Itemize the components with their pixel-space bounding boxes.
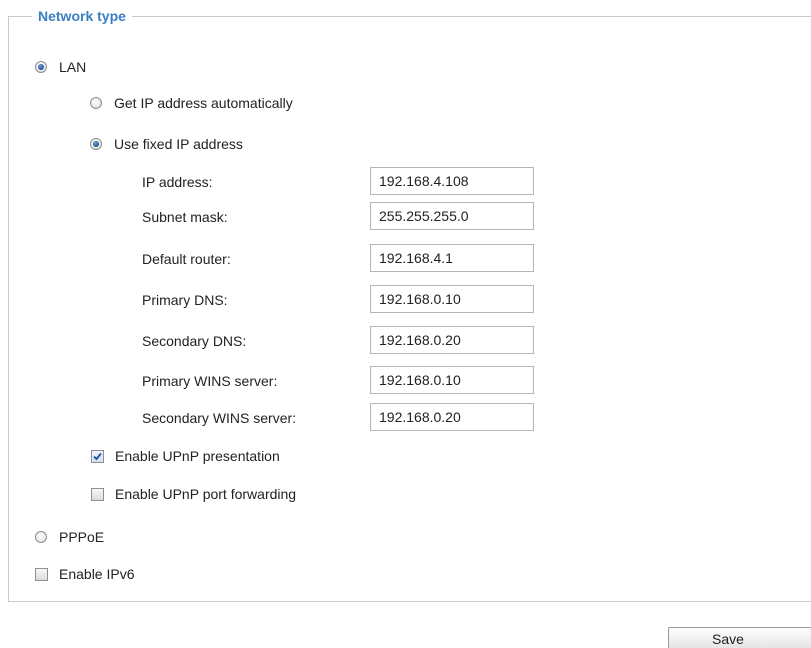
checkmark-icon (93, 452, 102, 460)
enable-ipv6-checkbox[interactable] (35, 567, 48, 581)
enable-ipv6-option[interactable]: Enable IPv6 (35, 564, 135, 584)
network-settings-page: Network type LAN Get IP address automati… (0, 0, 811, 648)
primary-dns-input[interactable] (370, 285, 534, 313)
pppoe-label: PPPoE (59, 529, 105, 545)
primary-dns-label: Primary DNS: (142, 292, 228, 308)
secondary-dns-label: Secondary DNS: (142, 333, 247, 349)
primary-wins-server-input[interactable] (370, 366, 534, 394)
upnp-port-forwarding-checkbox[interactable] (91, 487, 104, 501)
network-type-legend: Network type (38, 8, 126, 24)
get-ip-automatically-radio[interactable] (90, 97, 102, 109)
lan-label: LAN (59, 59, 87, 75)
save-button-label: Save (712, 631, 744, 647)
save-button[interactable]: Save (668, 627, 811, 648)
lan-radio[interactable] (35, 61, 47, 73)
subnet-mask-label: Subnet mask: (142, 209, 228, 225)
ip-address-label: IP address: (142, 174, 213, 190)
pppoe-radio[interactable] (35, 531, 47, 543)
get-ip-automatically-option[interactable]: Get IP address automatically (90, 93, 293, 113)
ip-address-input[interactable] (370, 167, 534, 195)
pppoe-option[interactable]: PPPoE (35, 527, 104, 547)
subnet-mask-input[interactable] (370, 202, 534, 230)
lan-option[interactable]: LAN (35, 57, 86, 77)
primary-wins-server-label: Primary WINS server: (142, 373, 278, 389)
upnp-port-forwarding-option[interactable]: Enable UPnP port forwarding (91, 484, 296, 504)
get-ip-automatically-label: Get IP address automatically (114, 95, 293, 111)
secondary-dns-input[interactable] (370, 326, 534, 354)
secondary-wins-server-input[interactable] (370, 403, 534, 431)
upnp-port-forwarding-label: Enable UPnP port forwarding (115, 486, 297, 502)
upnp-presentation-option[interactable]: Enable UPnP presentation (91, 446, 280, 466)
use-fixed-ip-label: Use fixed IP address (114, 136, 243, 152)
default-router-label: Default router: (142, 251, 231, 267)
upnp-presentation-label: Enable UPnP presentation (115, 448, 280, 464)
upnp-presentation-checkbox[interactable] (91, 449, 104, 463)
secondary-wins-server-label: Secondary WINS server: (142, 410, 297, 426)
use-fixed-ip-option[interactable]: Use fixed IP address (90, 134, 243, 154)
use-fixed-ip-radio[interactable] (90, 138, 102, 150)
enable-ipv6-label: Enable IPv6 (59, 566, 135, 582)
default-router-input[interactable] (370, 244, 534, 272)
